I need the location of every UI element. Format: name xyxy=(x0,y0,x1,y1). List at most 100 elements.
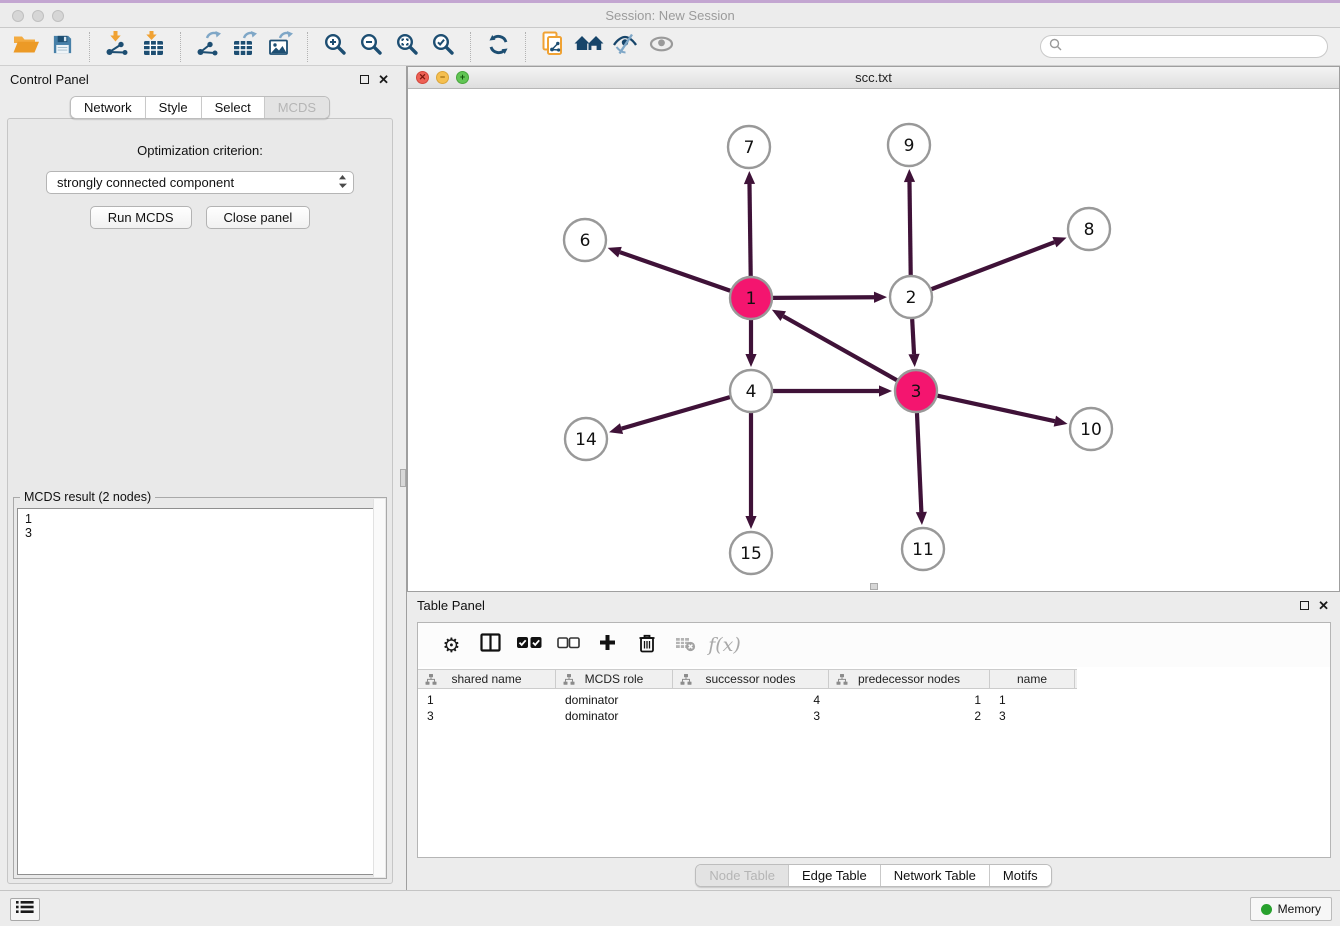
zoom-fit-button[interactable] xyxy=(389,31,425,63)
task-history-button[interactable] xyxy=(10,898,40,921)
svg-text:4: 4 xyxy=(746,382,757,402)
save-session-button[interactable] xyxy=(44,31,80,63)
zoom-selected-button[interactable] xyxy=(425,31,461,63)
hide-graphics-details-button[interactable] xyxy=(607,31,643,63)
export-image-button[interactable] xyxy=(262,31,298,63)
tab-motifs[interactable]: Motifs xyxy=(989,865,1051,886)
svg-text:9: 9 xyxy=(904,136,915,156)
search-input[interactable] xyxy=(1062,39,1327,55)
attribute-type-icon xyxy=(836,674,848,689)
close-panel-icon[interactable]: ✕ xyxy=(378,73,389,86)
edge-2-8[interactable] xyxy=(932,237,1067,289)
new-network-from-selection-button[interactable] xyxy=(535,31,571,63)
tab-select[interactable]: Select xyxy=(201,97,264,118)
edge-2-9[interactable] xyxy=(904,169,915,275)
node-1[interactable]: 1 xyxy=(730,277,772,319)
node-11[interactable]: 11 xyxy=(902,528,944,570)
delete-table-button[interactable] xyxy=(666,634,705,657)
control-panel-title: Control Panel xyxy=(10,72,89,87)
panel-splitter[interactable] xyxy=(400,66,407,890)
edge-4-14[interactable] xyxy=(609,397,730,434)
column-header-predecessor-nodes[interactable]: predecessor nodes xyxy=(829,670,990,688)
edge-1-4[interactable] xyxy=(745,320,756,367)
deselect-all-rows-button[interactable] xyxy=(549,636,588,654)
zoom-in-button[interactable] xyxy=(317,31,353,63)
home-button[interactable] xyxy=(571,31,607,63)
edge-4-3[interactable] xyxy=(773,385,892,396)
edge-3-1[interactable] xyxy=(772,310,897,380)
import-table-button[interactable] xyxy=(135,31,171,63)
apply-layout-button[interactable] xyxy=(480,31,516,63)
splitter-grip[interactable] xyxy=(400,469,406,487)
eye-slash-icon xyxy=(612,32,638,61)
node-10[interactable]: 10 xyxy=(1070,408,1112,450)
edge-1-6[interactable] xyxy=(608,247,731,291)
table-row[interactable]: 3dominator323 xyxy=(418,708,1330,724)
control-panel-window-buttons: ✕ xyxy=(360,73,389,86)
memory-label: Memory xyxy=(1278,902,1321,916)
network-window-resize-grip[interactable] xyxy=(870,583,878,590)
mcds-buttons-row: Run MCDS Close panel xyxy=(8,206,392,229)
node-2[interactable]: 2 xyxy=(890,276,932,318)
column-settings-button[interactable]: ⚙ xyxy=(432,635,471,655)
tab-style[interactable]: Style xyxy=(145,97,201,118)
node-9[interactable]: 9 xyxy=(888,124,930,166)
edge-3-11[interactable] xyxy=(916,413,927,525)
float-panel-icon[interactable] xyxy=(360,75,369,84)
node-4[interactable]: 4 xyxy=(730,370,772,412)
result-scrollbar[interactable] xyxy=(373,499,385,877)
node-14[interactable]: 14 xyxy=(565,418,607,460)
export-network-button[interactable] xyxy=(190,31,226,63)
search-box[interactable] xyxy=(1040,35,1328,58)
plus-icon xyxy=(599,634,616,656)
apply-function-button[interactable]: f(x) xyxy=(705,634,744,656)
zoom-out-button[interactable] xyxy=(353,31,389,63)
add-row-button[interactable] xyxy=(588,634,627,656)
column-header-name[interactable]: name xyxy=(990,670,1075,688)
node-7[interactable]: 7 xyxy=(728,126,770,168)
column-header-successor-nodes[interactable]: successor nodes xyxy=(673,670,829,688)
toggle-column-display-button[interactable] xyxy=(471,633,510,657)
minimize-network-button[interactable]: − xyxy=(436,71,449,84)
export-table-button[interactable] xyxy=(226,31,262,63)
search-icon xyxy=(1049,38,1062,56)
zoom-out-icon xyxy=(359,32,384,62)
tab-node-table[interactable]: Node Table xyxy=(696,865,788,886)
table-cell: dominator xyxy=(556,709,673,723)
column-header-MCDS-role[interactable]: MCDS role xyxy=(556,670,673,688)
close-panel-icon[interactable]: ✕ xyxy=(1318,599,1329,612)
network-canvas[interactable]: 1 2 3 4 6 7 8 9 10 11 14 15 xyxy=(408,89,1339,591)
edge-4-15[interactable] xyxy=(745,413,756,529)
edge-2-3[interactable] xyxy=(908,319,919,367)
float-panel-icon[interactable] xyxy=(1300,601,1309,610)
select-all-rows-button[interactable] xyxy=(510,636,549,654)
tab-mcds[interactable]: MCDS xyxy=(264,97,329,118)
delete-row-button[interactable] xyxy=(627,632,666,659)
columns-icon xyxy=(480,633,501,657)
memory-button[interactable]: Memory xyxy=(1250,897,1332,921)
mcds-result-text[interactable]: 1 3 xyxy=(17,508,383,875)
node-3[interactable]: 3 xyxy=(895,370,937,412)
node-6[interactable]: 6 xyxy=(564,219,606,261)
tab-edge-table[interactable]: Edge Table xyxy=(788,865,880,886)
maximize-network-button[interactable]: + xyxy=(456,71,469,84)
criterion-dropdown[interactable]: strongly connected component xyxy=(46,171,354,194)
tab-network[interactable]: Network xyxy=(71,97,145,118)
node-8[interactable]: 8 xyxy=(1068,208,1110,250)
run-mcds-button[interactable]: Run MCDS xyxy=(90,206,192,229)
show-graphics-details-button[interactable] xyxy=(643,31,679,63)
edge-1-7[interactable] xyxy=(744,171,755,276)
table-row[interactable]: 1dominator411 xyxy=(418,692,1330,708)
main-toolbar xyxy=(0,28,1340,66)
column-header-shared-name[interactable]: shared name xyxy=(418,670,556,688)
close-network-button[interactable]: ✕ xyxy=(416,71,429,84)
attribute-type-icon xyxy=(425,674,437,689)
open-session-button[interactable] xyxy=(8,31,44,63)
edge-1-2[interactable] xyxy=(773,292,887,303)
edge-3-10[interactable] xyxy=(937,396,1067,427)
network-window-titlebar[interactable]: ✕ − + scc.txt xyxy=(408,67,1339,89)
node-15[interactable]: 15 xyxy=(730,532,772,574)
close-panel-button[interactable]: Close panel xyxy=(206,206,311,229)
import-network-button[interactable] xyxy=(99,31,135,63)
tab-network-table[interactable]: Network Table xyxy=(880,865,989,886)
